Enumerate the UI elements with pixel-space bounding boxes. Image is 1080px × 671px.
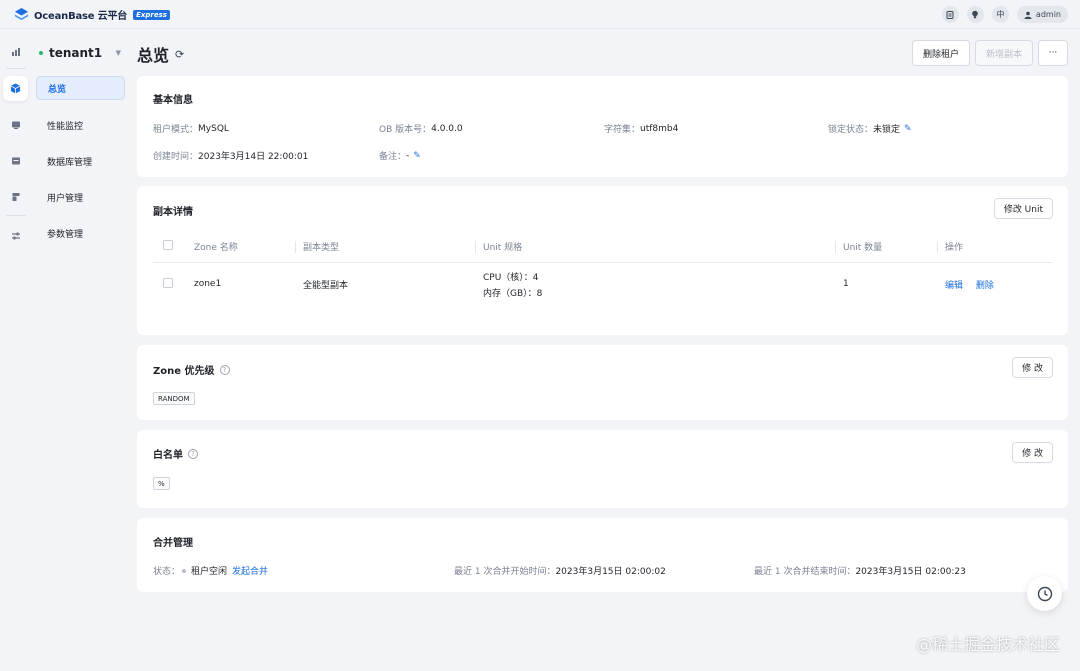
help-icon[interactable]: ? (188, 448, 198, 459)
lightbulb-icon[interactable] (966, 6, 984, 23)
tenant-selector[interactable]: tenant1 ▼ (39, 46, 121, 60)
col-unit-count: Unit 数量 (835, 232, 945, 263)
top-bar: OceanBase 云平台 Express 中 admin (0, 0, 1080, 29)
user-icon (1024, 11, 1032, 19)
zone-priority-title: Zone 优先级 ? (153, 362, 230, 377)
zone-priority-card: Zone 优先级 ? 修 改 RANDOM (137, 345, 1068, 420)
edit-remark-icon[interactable]: ✎ (413, 151, 421, 161)
brand-name: OceanBase 云平台 (34, 11, 128, 22)
charset: 字符集： utf8mb4 (604, 123, 679, 136)
language-switch[interactable]: 中 (991, 6, 1009, 23)
stats-icon[interactable] (3, 39, 28, 64)
username: admin (1035, 10, 1061, 19)
whitelist-card: 白名单 ? 修 改 % (137, 430, 1068, 508)
start-merge-link[interactable]: 发起合并 (232, 564, 268, 577)
edit-link[interactable]: 编辑 (945, 281, 963, 291)
merge-end-time: 最近 1 次合并结束时间： 2023年3月15日 02:00:23 (754, 567, 966, 577)
col-unit-spec: Unit 规格 (475, 232, 843, 263)
whitelist-title: 白名单 ? (153, 446, 198, 461)
status-dot (39, 51, 43, 55)
replica-title: 副本详情 (153, 207, 193, 218)
watermark: @稀土掘金技术社区 (915, 635, 1060, 654)
delete-link[interactable]: 删除 (976, 281, 994, 291)
lock-status: 锁定状态： 未锁定 ✎ (828, 123, 912, 136)
merge-title: 合并管理 (153, 538, 193, 549)
zone-name: zone1 (194, 279, 222, 290)
user-menu[interactable]: admin (1016, 6, 1068, 23)
basic-info-title: 基本信息 (153, 95, 193, 106)
unit-count: 1 (843, 279, 849, 290)
brand-badge: Express (133, 9, 170, 20)
menu-item-performance[interactable]: 性能监控 (36, 113, 125, 137)
replica-type: 全能型副本 (303, 280, 349, 291)
col-actions: 操作 (937, 232, 1053, 263)
merge-status: 状态： 租户空闲 发起合并 (153, 564, 278, 577)
page-actions: 删除租户 新增副本 ··· (911, 40, 1068, 66)
row-actions: 编辑 删除 (945, 262, 1053, 306)
delete-tenant-button[interactable]: 删除租户 (911, 40, 970, 66)
edit-lock-icon[interactable]: ✎ (904, 124, 912, 134)
top-actions: 中 admin (941, 6, 1068, 23)
merge-card: 合并管理 状态： 租户空闲 发起合并 最近 1 次合并开始时间： 2023年3月1… (137, 518, 1068, 592)
caret-down-icon: ▼ (115, 49, 121, 57)
menu-item-overview[interactable]: 总览 (36, 76, 125, 100)
menu-item-params[interactable]: 参数管理 (36, 221, 125, 245)
status-dot (182, 568, 187, 573)
history-button[interactable] (1027, 576, 1062, 611)
params-icon[interactable] (3, 223, 28, 248)
replica-card: 副本详情 修改 Unit Zone 名称 副本类型 Unit 规格 Unit 数… (137, 186, 1068, 335)
help-icon[interactable]: ? (219, 364, 230, 375)
page-header: 总览 ⟳ (137, 42, 184, 66)
refresh-icon[interactable]: ⟳ (175, 48, 184, 61)
page-title: 总览 (137, 46, 170, 65)
select-all-checkbox[interactable] (163, 240, 173, 251)
zone-priority-tag: RANDOM (153, 392, 195, 405)
modify-zone-priority-button[interactable]: 修 改 (1012, 357, 1053, 378)
monitor-icon[interactable] (3, 112, 28, 137)
ob-version: OB 版本号： 4.0.0.0 (379, 123, 463, 136)
icon-rail (0, 30, 31, 671)
add-replica-button[interactable]: 新增副本 (974, 40, 1033, 66)
merge-start-time: 最近 1 次合并开始时间： 2023年3月15日 02:00:02 (454, 567, 666, 577)
document-icon[interactable] (941, 6, 959, 23)
replica-table: Zone 名称 副本类型 Unit 规格 Unit 数量 操作 zone1 全能… (153, 232, 1053, 306)
unit-spec: CPU（核）：4 内存（GB）：8 (483, 272, 543, 299)
table-header: Zone 名称 副本类型 Unit 规格 Unit 数量 操作 (153, 232, 1053, 263)
tenant-cube-icon[interactable] (3, 76, 28, 101)
side-menu: tenant1 ▼ 总览 性能监控 数据库管理 用户管理 参数管理 (31, 30, 131, 671)
menu-item-database[interactable]: 数据库管理 (36, 149, 125, 173)
database-icon[interactable] (3, 148, 28, 173)
tenant-name: tenant1 (49, 46, 103, 60)
col-zone: Zone 名称 (194, 232, 303, 263)
modify-unit-button[interactable]: 修改 Unit (993, 198, 1053, 219)
tenant-mode: 租户模式： MySQL (153, 123, 229, 136)
clock-icon (1037, 586, 1052, 601)
menu-item-users[interactable]: 用户管理 (36, 185, 125, 209)
oceanbase-logo-icon (14, 7, 29, 21)
modify-whitelist-button[interactable]: 修 改 (1012, 442, 1053, 463)
whitelist-tag: % (153, 477, 170, 490)
col-type: 副本类型 (295, 232, 483, 263)
basic-info-card: 基本信息 租户模式： MySQL OB 版本号： 4.0.0.0 字符集： utf8m… (137, 76, 1068, 177)
user-manage-icon[interactable] (3, 184, 28, 209)
brand[interactable]: OceanBase 云平台 Express (14, 7, 170, 22)
table-row: zone1 全能型副本 CPU（核）：4 内存（GB）：8 1 编辑 删除 (153, 262, 1053, 306)
more-button[interactable]: ··· (1038, 40, 1068, 66)
created-time: 创建时间： 2023年3月14日 22:00:01 (153, 152, 309, 162)
remark: 备注： - ✎ (379, 150, 421, 163)
row-checkbox[interactable] (163, 277, 173, 288)
